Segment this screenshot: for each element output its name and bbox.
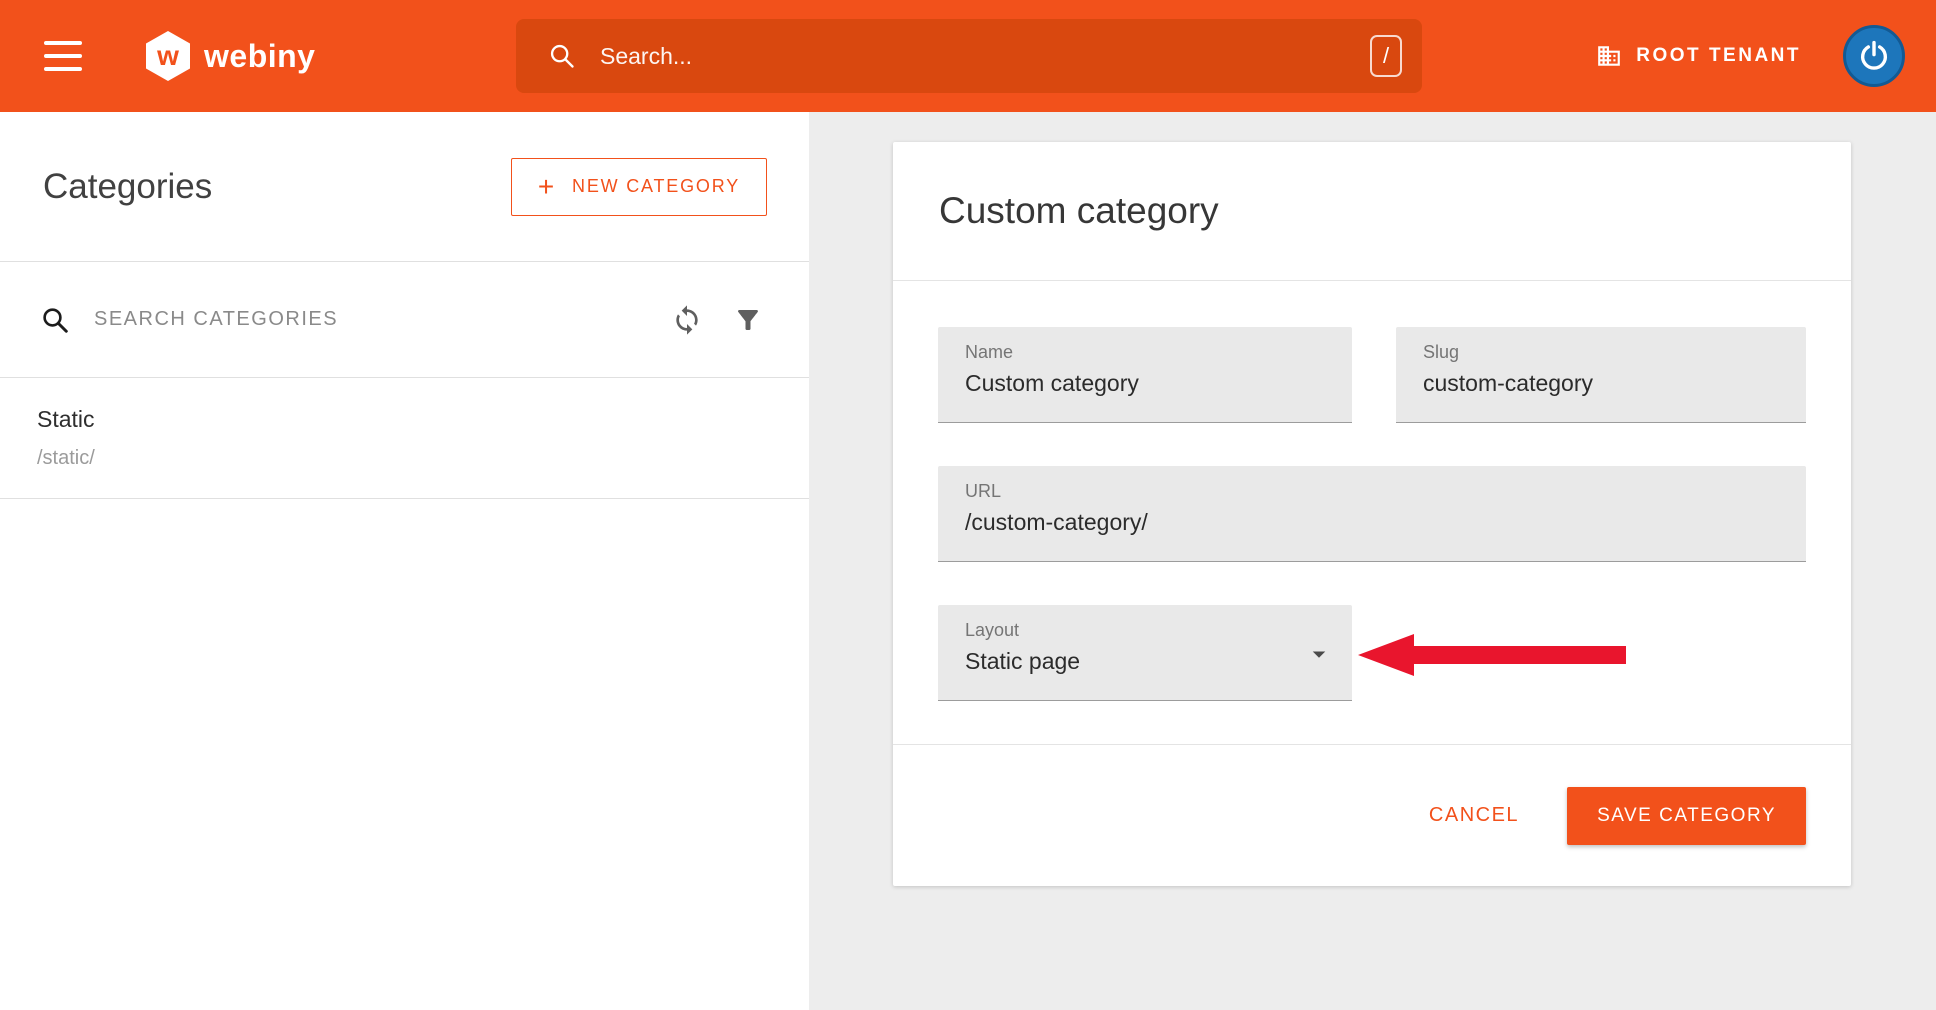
- name-field[interactable]: Name: [938, 327, 1352, 423]
- url-input[interactable]: [965, 509, 1739, 536]
- name-label: Name: [965, 342, 1352, 363]
- category-list-item[interactable]: Static /static/: [0, 378, 809, 499]
- category-form: Name Slug URL Layout Static page: [893, 281, 1851, 744]
- category-title: Static: [37, 406, 809, 433]
- dialog-actions: CANCEL SAVE CATEGORY: [893, 745, 1851, 886]
- tenant-label: ROOT TENANT: [1636, 45, 1801, 67]
- new-category-label: NEW CATEGORY: [572, 176, 740, 197]
- plus-icon: +: [538, 173, 556, 201]
- chevron-down-icon: [1304, 639, 1334, 669]
- webiny-logo[interactable]: w webiny: [144, 30, 315, 82]
- save-category-button[interactable]: SAVE CATEGORY: [1567, 787, 1806, 845]
- webiny-logo-icon: w: [144, 30, 192, 82]
- tenant-selector[interactable]: ROOT TENANT: [1596, 43, 1801, 69]
- page-title: Categories: [43, 167, 212, 207]
- categories-panel: Categories + NEW CATEGORY: [0, 112, 809, 1010]
- global-search[interactable]: /: [516, 19, 1422, 93]
- url-label: URL: [965, 481, 1806, 502]
- category-dialog: Custom category Name Slug URL: [893, 142, 1851, 886]
- cancel-button[interactable]: CANCEL: [1419, 794, 1529, 837]
- power-icon: [1857, 39, 1891, 73]
- filter-icon: [733, 305, 763, 335]
- layout-value: Static page: [965, 648, 1321, 675]
- content-area: Custom category Name Slug URL: [809, 112, 1936, 1010]
- url-field[interactable]: URL: [938, 466, 1806, 562]
- categories-search-input[interactable]: [94, 308, 641, 331]
- category-url: /static/: [37, 447, 809, 470]
- layout-select[interactable]: Layout Static page: [938, 605, 1352, 701]
- new-category-button[interactable]: + NEW CATEGORY: [511, 158, 767, 216]
- menu-button[interactable]: [44, 41, 82, 71]
- refresh-button[interactable]: [671, 304, 703, 336]
- search-icon: [548, 42, 576, 70]
- slug-field[interactable]: Slug: [1396, 327, 1806, 423]
- user-avatar[interactable]: [1843, 25, 1905, 87]
- main-area: Categories + NEW CATEGORY: [0, 112, 1936, 1010]
- search-icon: [40, 305, 70, 335]
- slug-input[interactable]: [1423, 370, 1775, 397]
- filter-button[interactable]: [733, 305, 763, 335]
- category-list: Static /static/: [0, 378, 809, 499]
- layout-label: Layout: [965, 620, 1352, 641]
- dialog-title: Custom category: [939, 190, 1219, 232]
- slug-label: Slug: [1423, 342, 1806, 363]
- svg-text:w: w: [156, 40, 179, 71]
- search-shortcut-badge: /: [1370, 35, 1402, 77]
- topbar: w webiny / ROOT TENANT: [0, 0, 1936, 112]
- categories-search: [0, 262, 809, 378]
- categories-header: Categories + NEW CATEGORY: [0, 112, 809, 262]
- name-input[interactable]: [965, 370, 1321, 397]
- building-icon: [1596, 43, 1622, 69]
- global-search-input[interactable]: [600, 43, 1370, 70]
- refresh-icon: [671, 304, 703, 336]
- webiny-logo-text: webiny: [204, 38, 315, 75]
